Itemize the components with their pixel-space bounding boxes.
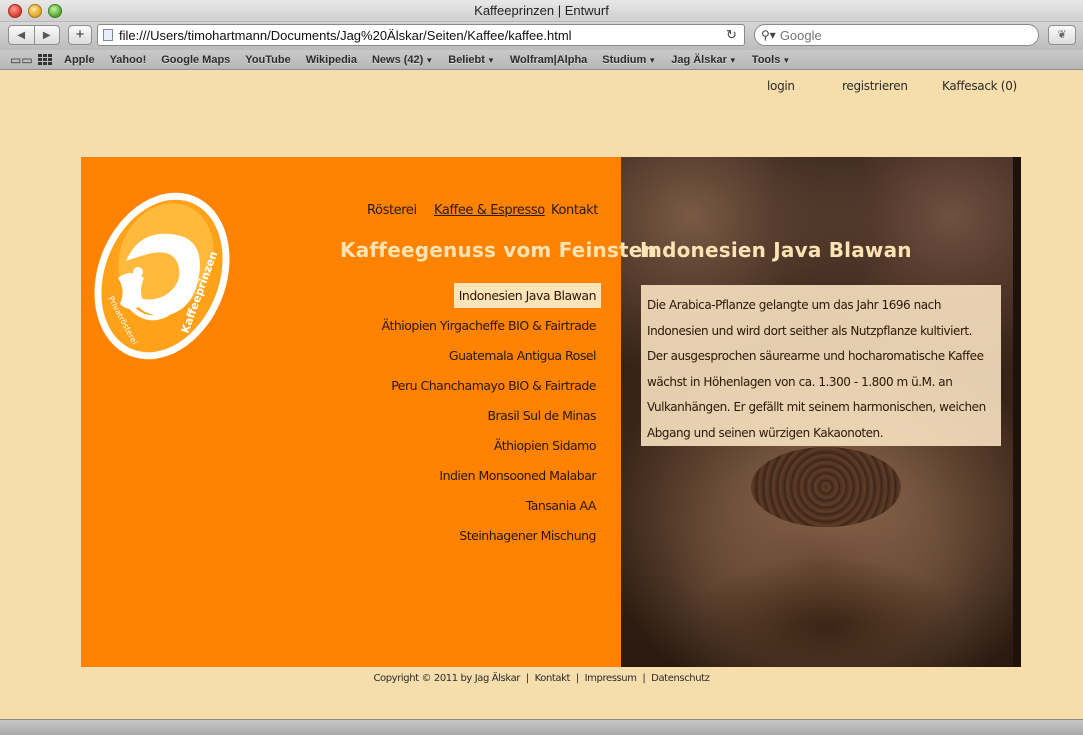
coffee-detail-title: Indonesien Java Blawan	[640, 238, 912, 262]
bookmarks-bar: ▭▭ Apple Yahoo! Google Maps YouTube Wikipedi…	[0, 50, 1083, 70]
copyright-text: Copyright © 2011 by Jag Älskar	[373, 673, 521, 684]
coffee-name: Tansania AA	[525, 497, 597, 513]
coffee-name: Äthiopien Sidamo	[493, 437, 597, 453]
page-footer: Copyright © 2011 by Jag Älskar | Kontakt…	[373, 673, 710, 684]
zoom-window-button[interactable]	[48, 4, 62, 18]
coffee-name: Indonesien Java Blawan	[453, 282, 601, 308]
footer-imprint-link[interactable]: Impressum	[585, 673, 637, 684]
chevron-down-icon: ▼	[648, 55, 657, 65]
coffee-list: Indonesien Java Blawan Äthiopien Yirgache…	[300, 280, 601, 550]
bookmark-label: Yahoo!	[109, 53, 147, 66]
forward-arrow-icon[interactable]: ▶	[33, 26, 60, 44]
bookmark-item[interactable]: YouTube	[245, 54, 290, 66]
coffee-name: Peru Chanchamayo BIO & Fairtrade	[391, 377, 596, 393]
minimize-window-button[interactable]	[28, 4, 42, 18]
bookmark-item[interactable]: Apple	[64, 54, 95, 66]
coffee-list-item[interactable]: Peru Chanchamayo BIO & Fairtrade	[300, 370, 601, 400]
user-links: login registrieren Kaffesack (0)	[0, 79, 1083, 97]
search-input[interactable]	[779, 27, 1010, 43]
login-link[interactable]: login	[767, 79, 795, 93]
history-buttons: ◀ ▶	[8, 25, 60, 45]
browser-toolbar: ◀ ▶ + file:///Users/timohartmann/Documen…	[0, 22, 1083, 50]
footer-privacy-link[interactable]: Datenschutz	[651, 673, 710, 684]
coffee-description: Die Arabica-Pflanze gelangte um das Jahr…	[647, 298, 986, 440]
search-icon: ⚲▾	[761, 28, 776, 42]
coffee-beans-image	[751, 447, 901, 527]
bookmark-items: Apple Yahoo! Google Maps YouTube Wikipedia Ne…	[64, 54, 805, 66]
reload-icon[interactable]: ↻	[726, 27, 744, 43]
chevron-down-icon: ▼	[425, 55, 434, 65]
coffee-list-item[interactable]: Äthiopien Sidamo	[300, 430, 601, 460]
page-headline: Kaffeegenuss vom Feinsten	[340, 238, 658, 262]
coffee-list-item[interactable]: Brasil Sul de Minas	[300, 400, 601, 430]
bookmark-label: Tools	[751, 53, 781, 66]
coffee-name: Äthiopien Yirgacheffe BIO & Fairtrade	[381, 317, 597, 333]
status-bar	[0, 719, 1083, 735]
coffee-name: Steinhagener Mischung	[459, 527, 596, 543]
reading-list-icon[interactable]: ▭▭	[10, 54, 33, 66]
url-text[interactable]: file:///Users/timohartmann/Documents/Jag…	[119, 28, 726, 43]
coffee-list-item[interactable]: Indonesien Java Blawan	[300, 280, 601, 310]
coffee-description-box: Die Arabica-Pflanze gelangte um das Jahr…	[641, 285, 1001, 446]
register-link[interactable]: registrieren	[842, 79, 908, 93]
bookmark-item[interactable]: Yahoo!	[110, 54, 147, 66]
bookmark-item[interactable]: News (42) ▼	[372, 54, 433, 66]
bookmark-label: YouTube	[245, 53, 291, 66]
bookmark-item[interactable]: Wolfram|Alpha	[510, 54, 587, 66]
bookmark-label: Studium	[602, 53, 647, 66]
chevron-down-icon: ▼	[486, 55, 495, 65]
bookmark-item[interactable]: Google Maps	[161, 54, 230, 66]
main-nav: Rösterei Kaffee & Espresso Kontakt	[0, 203, 1083, 223]
back-arrow-icon[interactable]: ◀	[9, 26, 34, 44]
nav-contact-link[interactable]: Kontakt	[551, 203, 598, 218]
coffee-name: Indien Monsooned Malabar	[439, 467, 596, 483]
bookmark-label: News (42)	[371, 53, 424, 66]
bookmark-item[interactable]: Wikipedia	[306, 54, 357, 66]
cart-link[interactable]: Kaffesack (0)	[942, 79, 1017, 93]
bookmark-item[interactable]: Beliebt ▼	[448, 54, 495, 66]
nav-roastery-link[interactable]: Rösterei	[367, 203, 417, 218]
coffee-name: Guatemala Antigua Rosel	[448, 347, 597, 363]
bookmark-label: Wikipedia	[305, 53, 357, 66]
file-icon	[103, 29, 113, 41]
top-sites-grid-icon[interactable]	[38, 53, 52, 66]
bookmark-label: Wolfram|Alpha	[509, 53, 588, 66]
bookmark-label: Apple	[64, 53, 95, 66]
bookmark-label: Google Maps	[161, 53, 231, 66]
footer-contact-link[interactable]: Kontakt	[535, 673, 571, 684]
add-bookmark-button[interactable]: +	[68, 25, 92, 45]
search-box[interactable]: ⚲▾	[754, 24, 1039, 46]
plus-icon: +	[75, 26, 85, 43]
nav-coffee-link[interactable]: Kaffee & Espresso	[434, 203, 545, 218]
bookmark-label: Beliebt	[448, 53, 485, 66]
coffee-list-item[interactable]: Steinhagener Mischung	[300, 520, 601, 550]
bookmark-item[interactable]: Jag Älskar ▼	[671, 54, 737, 66]
close-window-button[interactable]	[8, 4, 22, 18]
bookmark-label: Jag Älskar	[671, 53, 727, 66]
coffee-list-item[interactable]: Guatemala Antigua Rosel	[300, 340, 601, 370]
coffee-list-item[interactable]: Indien Monsooned Malabar	[300, 460, 601, 490]
coffee-list-item[interactable]: Äthiopien Yirgacheffe BIO & Fairtrade	[300, 310, 601, 340]
chevron-down-icon: ▼	[728, 55, 737, 65]
coffee-list-item[interactable]: Tansania AA	[300, 490, 601, 520]
bookmark-item[interactable]: Studium ▼	[602, 54, 656, 66]
coffee-name: Brasil Sul de Minas	[487, 407, 596, 423]
window-title: Kaffeeprinzen | Entwurf	[474, 3, 609, 18]
leaf-icon: ❦	[1057, 29, 1067, 41]
report-bug-button[interactable]: ❦	[1048, 25, 1076, 45]
address-bar[interactable]: file:///Users/timohartmann/Documents/Jag…	[97, 24, 745, 46]
chevron-down-icon: ▼	[782, 55, 791, 65]
bookmark-item[interactable]: Tools ▼	[752, 54, 790, 66]
window-titlebar: Kaffeeprinzen | Entwurf	[0, 0, 1083, 22]
